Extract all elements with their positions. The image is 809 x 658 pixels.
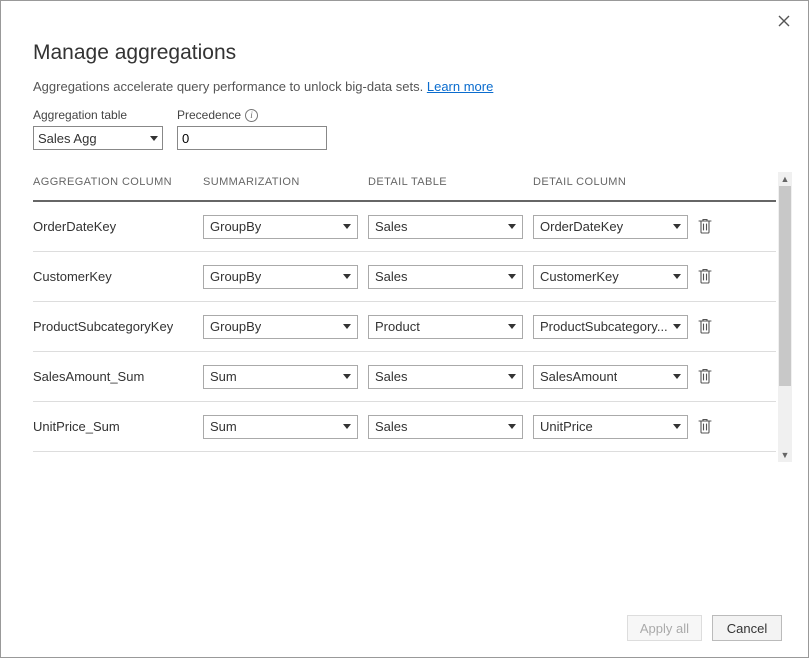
info-icon[interactable]: i <box>245 109 258 122</box>
chevron-down-icon <box>343 374 351 379</box>
header-summarization: SUMMARIZATION <box>203 176 368 188</box>
precedence-input[interactable] <box>177 126 327 150</box>
chevron-down-icon <box>508 324 516 329</box>
detail-table-value: Product <box>375 319 420 334</box>
detail-column-value: OrderDateKey <box>540 219 623 234</box>
header-detail-column: DETAIL COLUMN <box>533 176 698 188</box>
detail-table-select[interactable]: Sales <box>368 265 523 289</box>
aggregation-column-name: OrderDateKey <box>33 219 116 234</box>
delete-row-button[interactable] <box>698 218 714 236</box>
table-row: ProductSubcategoryKey GroupBy Product Produ… <box>33 302 776 352</box>
detail-column-value: UnitPrice <box>540 419 593 434</box>
chevron-down-icon <box>673 274 681 279</box>
detail-table-value: Sales <box>375 369 408 384</box>
detail-column-value: CustomerKey <box>540 269 619 284</box>
detail-column-select[interactable]: OrderDateKey <box>533 215 688 239</box>
scrollbar[interactable]: ▲ ▼ <box>778 172 792 462</box>
summarization-select[interactable]: Sum <box>203 415 358 439</box>
chevron-down-icon <box>508 424 516 429</box>
summarization-value: GroupBy <box>210 319 261 334</box>
detail-table-select[interactable]: Product <box>368 315 523 339</box>
detail-column-value: SalesAmount <box>540 369 617 384</box>
detail-column-select[interactable]: CustomerKey <box>533 265 688 289</box>
agg-table-select[interactable]: Sales Agg <box>33 126 163 150</box>
table-header: AGGREGATION COLUMN SUMMARIZATION DETAIL … <box>33 160 776 202</box>
table-row: UnitPrice_Sum Sum Sales UnitPrice <box>33 402 776 452</box>
scroll-thumb[interactable] <box>779 186 791 386</box>
detail-column-select[interactable]: UnitPrice <box>533 415 688 439</box>
summarization-select[interactable]: GroupBy <box>203 315 358 339</box>
summarization-select[interactable]: GroupBy <box>203 265 358 289</box>
delete-row-button[interactable] <box>698 318 714 336</box>
summarization-value: Sum <box>210 419 237 434</box>
agg-table-value: Sales Agg <box>38 131 97 146</box>
chevron-down-icon <box>343 424 351 429</box>
summarization-value: GroupBy <box>210 269 261 284</box>
delete-row-button[interactable] <box>698 368 714 386</box>
precedence-label: Precedence <box>177 108 241 122</box>
table-row: OrderDateKey GroupBy Sales OrderDateKey <box>33 202 776 252</box>
chevron-down-icon <box>673 374 681 379</box>
aggregation-column-name: SalesAmount_Sum <box>33 369 144 384</box>
detail-column-select[interactable]: SalesAmount <box>533 365 688 389</box>
dialog-description: Aggregations accelerate query performanc… <box>33 79 776 94</box>
chevron-down-icon <box>343 274 351 279</box>
chevron-down-icon <box>508 374 516 379</box>
dialog-title: Manage aggregations <box>33 41 776 65</box>
detail-table-value: Sales <box>375 219 408 234</box>
table-row: SalesAmount_Sum Sum Sales SalesAmount <box>33 352 776 402</box>
delete-row-button[interactable] <box>698 418 714 436</box>
chevron-down-icon <box>508 224 516 229</box>
chevron-down-icon <box>673 224 681 229</box>
scroll-down-icon[interactable]: ▼ <box>778 448 792 462</box>
detail-table-select[interactable]: Sales <box>368 365 523 389</box>
summarization-select[interactable]: GroupBy <box>203 215 358 239</box>
summarization-select[interactable]: Sum <box>203 365 358 389</box>
detail-column-value: ProductSubcategory... <box>540 319 668 334</box>
aggregation-column-name: CustomerKey <box>33 269 112 284</box>
scroll-up-icon[interactable]: ▲ <box>778 172 792 186</box>
chevron-down-icon <box>673 424 681 429</box>
summarization-value: Sum <box>210 369 237 384</box>
chevron-down-icon <box>508 274 516 279</box>
summarization-value: GroupBy <box>210 219 261 234</box>
aggregation-column-name: ProductSubcategoryKey <box>33 319 173 334</box>
cancel-button[interactable]: Cancel <box>712 615 782 641</box>
detail-table-value: Sales <box>375 419 408 434</box>
close-icon <box>778 15 790 27</box>
header-agg-column: AGGREGATION COLUMN <box>33 176 203 188</box>
chevron-down-icon <box>343 224 351 229</box>
delete-row-button[interactable] <box>698 268 714 286</box>
description-text: Aggregations accelerate query performanc… <box>33 79 423 94</box>
agg-table-label: Aggregation table <box>33 108 163 122</box>
header-detail-table: DETAIL TABLE <box>368 176 533 188</box>
table-row: CustomerKey GroupBy Sales CustomerKey <box>33 252 776 302</box>
detail-table-select[interactable]: Sales <box>368 415 523 439</box>
chevron-down-icon <box>150 136 158 141</box>
detail-column-select[interactable]: ProductSubcategory... <box>533 315 688 339</box>
apply-all-button: Apply all <box>627 615 702 641</box>
chevron-down-icon <box>343 324 351 329</box>
detail-table-select[interactable]: Sales <box>368 215 523 239</box>
detail-table-value: Sales <box>375 269 408 284</box>
chevron-down-icon <box>673 324 681 329</box>
learn-more-link[interactable]: Learn more <box>427 79 493 94</box>
close-button[interactable] <box>772 9 796 33</box>
aggregation-column-name: UnitPrice_Sum <box>33 419 120 434</box>
